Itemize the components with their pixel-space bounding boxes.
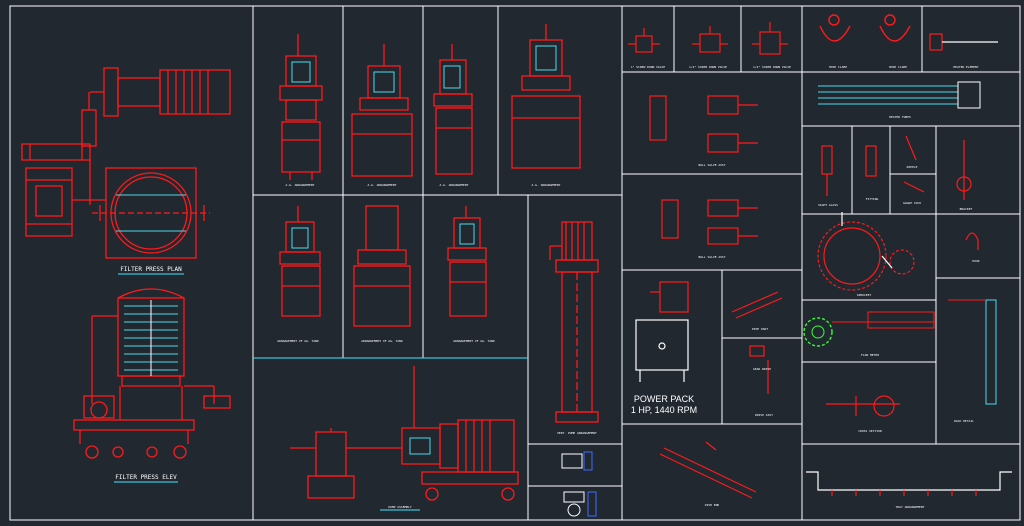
label-valve-2: 1/2" SCREW DOWN VALVE: [689, 65, 727, 69]
label-fitting-2: NIPPLE: [907, 165, 918, 169]
label-drive-assy: DRIVE ASSY: [755, 413, 773, 417]
label-pipe-part: PIPE PART: [752, 327, 768, 331]
label-clamp-2: HOSE CLAMP: [889, 65, 907, 69]
label-agitator-4: A.G. ARRANGEMENT: [532, 183, 561, 187]
power-pack-subtitle: 1 HP, 1440 RPM: [631, 405, 697, 415]
label-gear-motor: GEAR DRIVE: [753, 367, 771, 371]
label-cross-section: CROSS SECTION: [858, 429, 882, 433]
label-agitator-3: A.G. ARRANGEMENT: [440, 183, 469, 187]
label-fitting-4: BRACKET: [960, 207, 973, 211]
label-filter-press-elev: FILTER PRESS ELEV: [115, 474, 177, 481]
label-filter-press-plan: FILTER PRESS PLAN: [120, 266, 182, 273]
label-vertical-pump: VERT. PUMP ARRANGEMENT: [557, 431, 597, 435]
label-rack: RACK DETAIL: [954, 419, 974, 423]
label-hook: HOOK: [972, 259, 979, 263]
label-pipe-set: HEATER TUBES: [889, 115, 911, 119]
label-dish-end: DISH END: [705, 503, 720, 507]
power-pack-title: POWER PACK: [634, 394, 694, 404]
label-pump-assembly: PUMP ASSEMBLY: [388, 505, 412, 509]
cad-drawing-sheet: FILTER PRESS PLAN FILTER PRESS ELEV A.G.…: [0, 0, 1024, 526]
label-sprocket: SPROCKET: [857, 293, 872, 297]
label-agitator-5: ARRANGEMENT OF AG. TANK: [277, 339, 319, 343]
label-clamp-1: HOSE CLAMP: [829, 65, 847, 69]
label-agitator-1: A.G. ARRANGEMENT: [286, 183, 315, 187]
label-ball-valve: BALL VALVE ASSY: [698, 163, 725, 167]
label-agitator-7: ARRANGEMENT OF AG. TANK: [453, 339, 495, 343]
label-agitator-2: A.G. ARRANGEMENT: [368, 183, 397, 187]
label-fitting-1: FITTING: [866, 197, 879, 201]
label-tray: TRAY ARRANGEMENT: [896, 505, 925, 509]
label-ball-valve-2: BALL VALVE ASSY: [698, 255, 725, 259]
label-heater: HEATER ELEMENT: [953, 65, 978, 69]
label-valve-3: 1/2" SCREW DOWN VALVE: [753, 65, 791, 69]
label-valve-1: 1" SCREW DOWN VALVE: [631, 65, 666, 69]
label-agitator-6: ARRANGEMENT OF AG. TANK: [361, 339, 403, 343]
label-flow-meter: FLOW METER: [861, 353, 879, 357]
label-fitting-3: GAUGE COCK: [903, 201, 921, 205]
label-sight-glass: SIGHT GLASS: [818, 203, 838, 207]
